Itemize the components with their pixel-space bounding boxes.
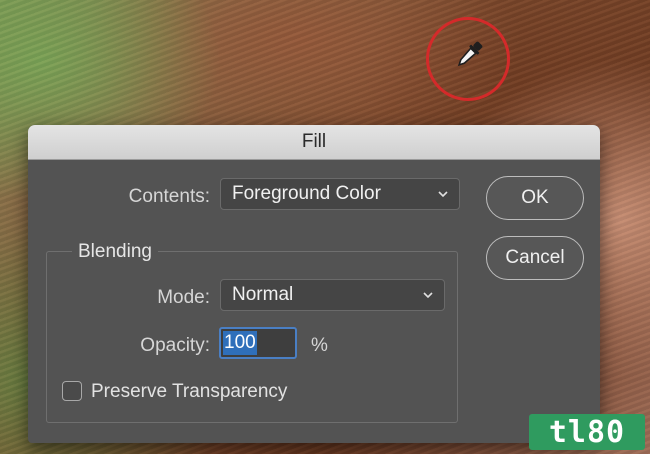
watermark-logo: tl80 [529, 414, 645, 450]
cancel-button[interactable]: Cancel [486, 236, 584, 280]
contents-label: Contents: [128, 186, 210, 207]
contents-select[interactable]: Foreground Color [220, 178, 460, 210]
preserve-transparency-checkbox[interactable] [62, 381, 82, 401]
preserve-transparency-label[interactable]: Preserve Transparency [91, 381, 287, 403]
dialog-titlebar[interactable]: Fill [28, 125, 600, 160]
opacity-input[interactable]: 100 [219, 327, 297, 359]
blending-group-title: Blending [72, 241, 158, 263]
mode-select-value: Normal [232, 284, 294, 305]
chevron-down-icon [423, 292, 433, 299]
ok-button-label: OK [521, 187, 549, 208]
cancel-button-label: Cancel [505, 247, 565, 268]
ok-button[interactable]: OK [486, 176, 584, 220]
opacity-label: Opacity: [140, 335, 210, 356]
contents-select-value: Foreground Color [232, 183, 381, 204]
mode-select[interactable]: Normal [220, 279, 445, 311]
dialog-title: Fill [301, 131, 327, 152]
mode-label: Mode: [157, 287, 210, 308]
chevron-down-icon [438, 191, 448, 198]
eyedropper-icon [457, 41, 483, 67]
opacity-input-value: 100 [223, 331, 257, 355]
opacity-unit: % [311, 335, 328, 356]
fill-dialog: Fill Contents: Foreground Color OK Cance… [28, 125, 600, 443]
